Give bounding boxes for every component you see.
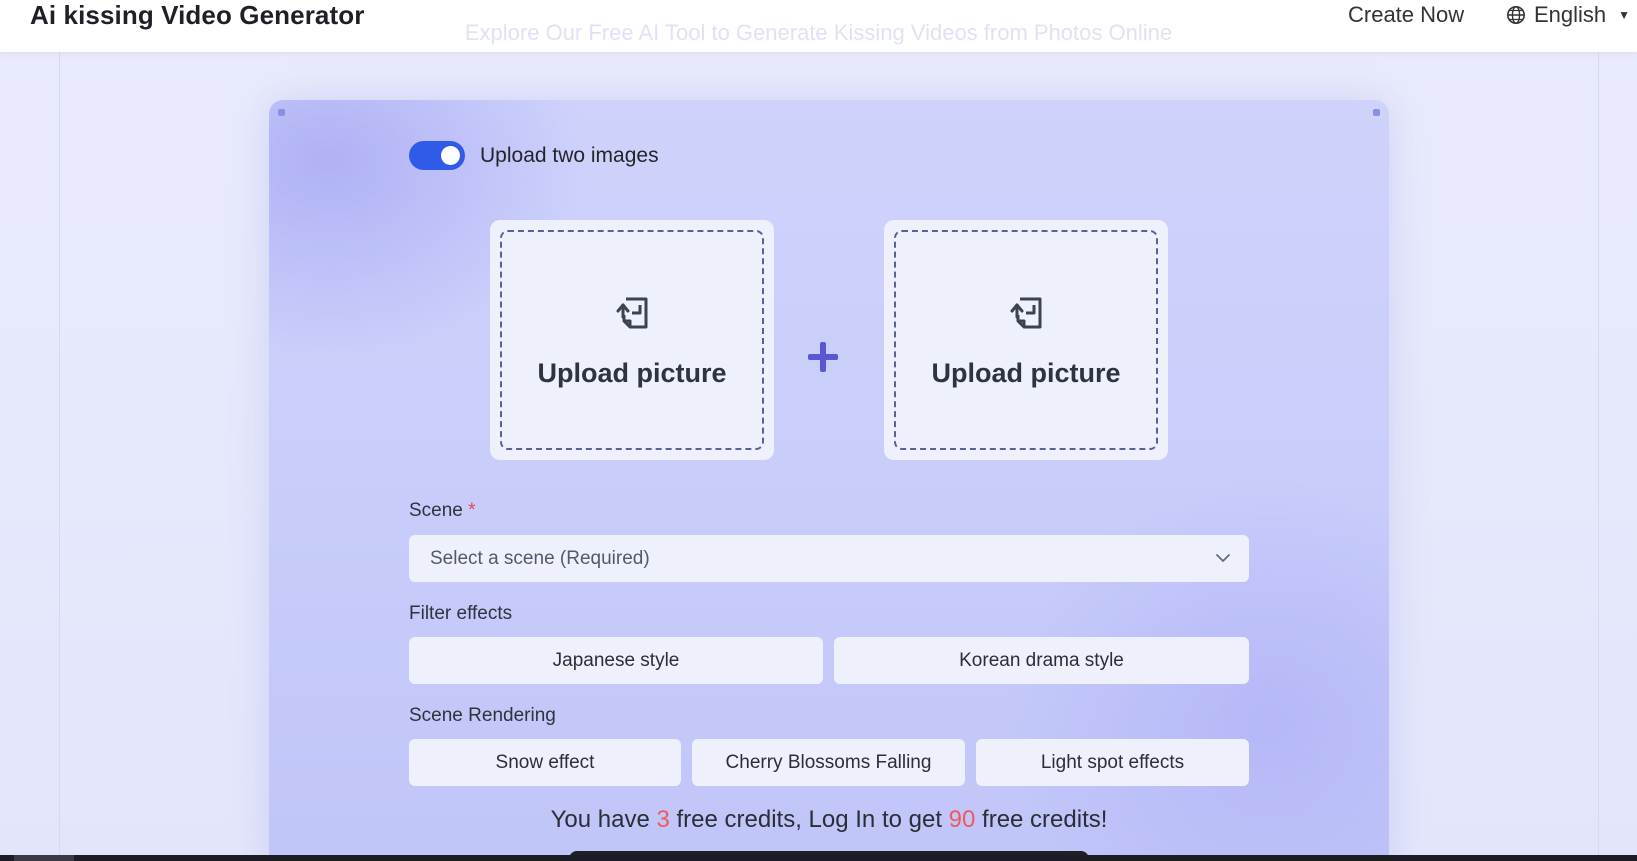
toggle-knob <box>441 146 460 165</box>
rendering-light-spot-effects[interactable]: Light spot effects <box>976 739 1249 786</box>
credits-middle: free credits, Log In to get <box>669 806 949 833</box>
scene-select-placeholder: Select a scene (Required) <box>430 547 650 569</box>
caret-down-icon: ▼ <box>1618 8 1631 22</box>
taskbar <box>0 855 1637 861</box>
create-now-link[interactable]: Create Now <box>1348 0 1464 30</box>
top-header: Ai kissing Video Generator Create Now En… <box>0 0 1637 52</box>
credits-suffix: free credits! <box>975 806 1108 833</box>
taskbar-item <box>14 855 74 861</box>
left-divider <box>59 52 60 861</box>
upload-picture-2[interactable]: Upload picture <box>884 220 1168 460</box>
rendering-cherry-blossoms[interactable]: Cherry Blossoms Falling <box>692 739 965 786</box>
language-selector[interactable]: English ▼ <box>1506 0 1630 30</box>
file-upload-icon <box>610 291 654 340</box>
filter-japanese-style[interactable]: Japanese style <box>409 637 823 684</box>
upload-picture-1[interactable]: Upload picture <box>490 220 774 460</box>
scene-select[interactable]: Select a scene (Required) <box>409 535 1249 582</box>
upload-dropzone: Upload picture <box>500 230 764 450</box>
scene-label-text: Scene <box>409 500 463 521</box>
chevron-down-icon <box>1215 550 1231 568</box>
toggle-label: Upload two images <box>480 143 659 167</box>
rendering-snow-effect[interactable]: Snow effect <box>409 739 681 786</box>
filter-effects-label: Filter effects <box>409 603 513 624</box>
credits-prefix: You have <box>550 806 657 833</box>
scene-label: Scene * <box>409 500 476 522</box>
corner-dot <box>1373 109 1380 116</box>
file-upload-icon <box>1004 291 1048 340</box>
upload-picture-label: Upload picture <box>931 358 1121 388</box>
filter-korean-drama-style[interactable]: Korean drama style <box>834 637 1249 684</box>
globe-icon <box>1506 5 1526 25</box>
page: Ai kissing Video Generator Create Now En… <box>0 0 1637 861</box>
brand-title: Ai kissing Video Generator <box>30 0 365 30</box>
credits-current: 3 <box>656 806 670 833</box>
upload-two-toggle-row: Upload two images <box>409 141 659 170</box>
corner-dot <box>278 109 285 116</box>
scene-rendering-label: Scene Rendering <box>409 705 556 726</box>
required-mark: * <box>468 500 476 521</box>
right-divider <box>1598 52 1599 861</box>
language-label: English <box>1534 2 1607 27</box>
plus-icon <box>806 340 840 374</box>
upload-two-images-toggle[interactable] <box>409 141 465 170</box>
upload-dropzone: Upload picture <box>894 230 1158 450</box>
upload-picture-label: Upload picture <box>537 358 727 388</box>
credits-login-bonus: 90 <box>948 806 976 833</box>
credits-message: You have 3 free credits, Log In to get 9… <box>409 806 1249 834</box>
